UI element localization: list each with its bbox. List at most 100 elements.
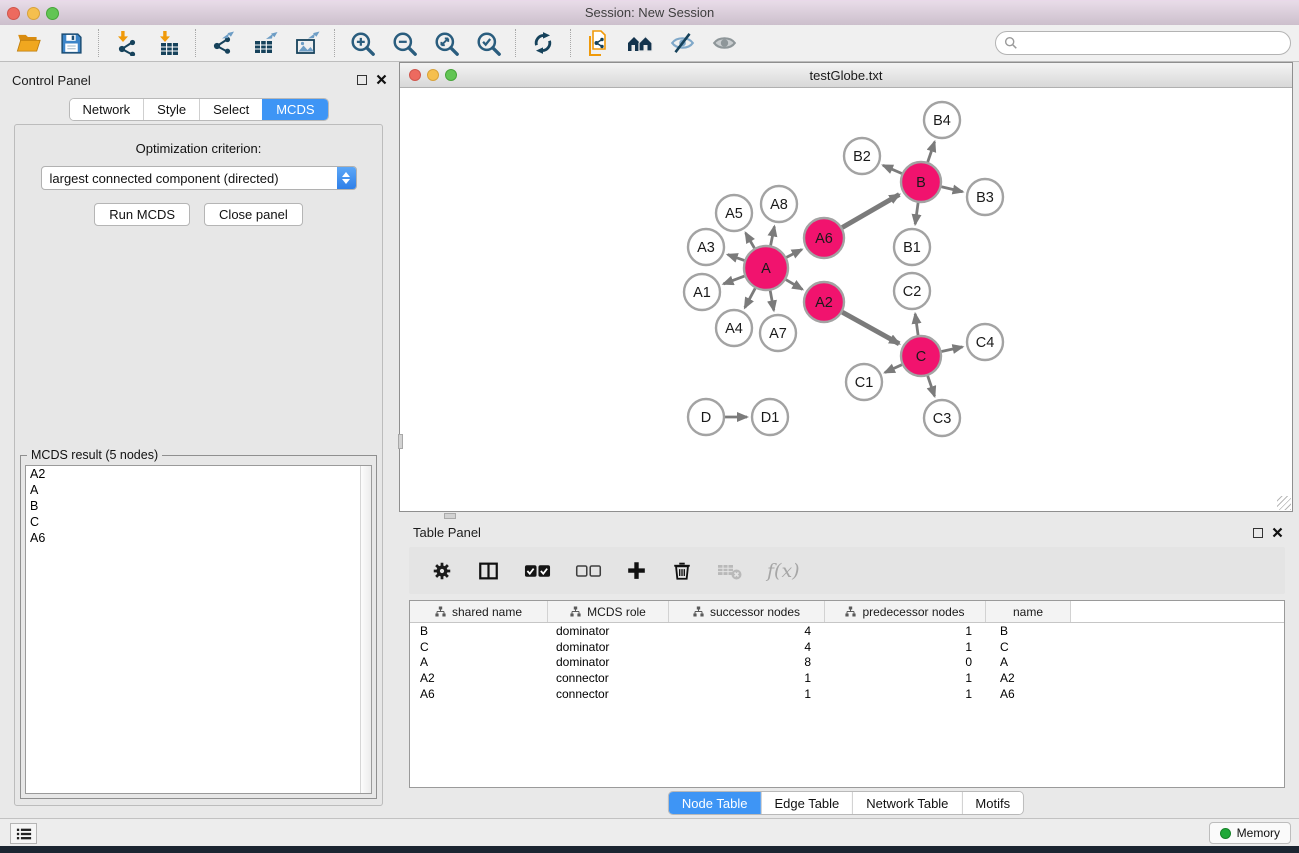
task-history-button[interactable] xyxy=(10,823,37,844)
gear-button[interactable] xyxy=(431,560,453,582)
node-C2[interactable]: C2 xyxy=(894,273,930,309)
show-details-button[interactable] xyxy=(703,27,745,59)
table-row[interactable]: Adominator80A xyxy=(410,655,1284,671)
select-all-button[interactable] xyxy=(524,563,551,579)
tab-motifs[interactable]: Motifs xyxy=(961,792,1023,814)
edge-A-A6[interactable] xyxy=(786,250,801,258)
tab-network-table[interactable]: Network Table xyxy=(852,792,961,814)
node-A[interactable]: A xyxy=(744,246,788,290)
hide-details-button[interactable] xyxy=(661,27,703,59)
node-B1[interactable]: B1 xyxy=(894,229,930,265)
edge-C-C1[interactable] xyxy=(885,365,902,373)
table-row[interactable]: A2connector11A2 xyxy=(410,670,1284,686)
column-header-shared-name[interactable]: shared name xyxy=(410,601,548,622)
run-mcds-button[interactable]: Run MCDS xyxy=(94,203,190,226)
refresh-layout-button[interactable] xyxy=(522,27,564,59)
node-A3[interactable]: A3 xyxy=(688,229,724,265)
float-panel-icon[interactable] xyxy=(357,75,367,85)
result-item[interactable]: A2 xyxy=(26,466,371,482)
table-row[interactable]: Cdominator41C xyxy=(410,639,1284,655)
node-B[interactable]: B xyxy=(901,162,941,202)
edge-A6-B[interactable] xyxy=(842,195,899,228)
duplicate-network-button[interactable] xyxy=(577,27,619,59)
result-item[interactable]: A xyxy=(26,482,371,498)
node-C1[interactable]: C1 xyxy=(846,364,882,400)
node-A7[interactable]: A7 xyxy=(760,315,796,351)
export-network-button[interactable] xyxy=(202,27,244,59)
edge-A-A2[interactable] xyxy=(786,280,803,290)
node-C3[interactable]: C3 xyxy=(924,400,960,436)
tab-node-table[interactable]: Node Table xyxy=(669,792,761,814)
tab-mcds[interactable]: MCDS xyxy=(262,99,327,120)
column-header-predecessor-nodes[interactable]: predecessor nodes xyxy=(825,601,986,622)
edge-C-C3[interactable] xyxy=(928,376,935,396)
export-table-button[interactable] xyxy=(244,27,286,59)
split-table-button[interactable] xyxy=(477,560,500,582)
edge-A2-C[interactable] xyxy=(842,312,899,344)
network-canvas[interactable]: A A1 A2 A3 A4 A5 A6 A7 A8 B B1 B2 B3 B4 C C1 C2 C3 C4 D D1 xyxy=(400,89,1292,511)
table-row[interactable]: A6connector11A6 xyxy=(410,686,1284,702)
tab-edge-table[interactable]: Edge Table xyxy=(760,792,852,814)
resize-grip[interactable] xyxy=(1277,496,1291,510)
edge-A-A1[interactable] xyxy=(724,276,745,284)
edge-B-B2[interactable] xyxy=(883,165,902,173)
zoom-out-button[interactable] xyxy=(383,27,425,59)
import-network-button[interactable] xyxy=(105,27,147,59)
node-A2[interactable]: A2 xyxy=(804,282,844,322)
column-header-name[interactable]: name xyxy=(986,601,1071,622)
column-header-MCDS-role[interactable]: MCDS role xyxy=(548,601,669,622)
zoom-fit-button[interactable] xyxy=(425,27,467,59)
save-session-button[interactable] xyxy=(50,27,92,59)
export-image-button[interactable] xyxy=(286,27,328,59)
node-D[interactable]: D xyxy=(688,399,724,435)
column-header-successor-nodes[interactable]: successor nodes xyxy=(669,601,825,622)
network-overview-button[interactable] xyxy=(619,27,661,59)
result-item[interactable]: C xyxy=(26,514,371,530)
add-column-button[interactable] xyxy=(626,560,647,581)
close-table-panel-icon[interactable] xyxy=(1272,527,1283,538)
node-C4[interactable]: C4 xyxy=(967,324,1003,360)
edge-B-B4[interactable] xyxy=(928,142,935,162)
edge-A-A4[interactable] xyxy=(745,288,755,307)
table-row[interactable]: Bdominator41B xyxy=(410,623,1284,639)
node-C[interactable]: C xyxy=(901,336,941,376)
zoom-in-button[interactable] xyxy=(341,27,383,59)
edge-B-B3[interactable] xyxy=(941,187,962,192)
node-B4[interactable]: B4 xyxy=(924,102,960,138)
tab-network[interactable]: Network xyxy=(69,99,143,120)
splitter-grip[interactable] xyxy=(398,434,403,449)
search-input[interactable] xyxy=(1023,36,1282,50)
result-item[interactable]: B xyxy=(26,498,371,514)
tab-select[interactable]: Select xyxy=(199,99,262,120)
tab-style[interactable]: Style xyxy=(143,99,199,120)
close-panel-icon[interactable] xyxy=(376,74,387,85)
open-session-button[interactable] xyxy=(8,27,50,59)
search-field[interactable] xyxy=(995,31,1291,55)
node-A5[interactable]: A5 xyxy=(716,195,752,231)
node-A6[interactable]: A6 xyxy=(804,218,844,258)
edge-A-A5[interactable] xyxy=(746,233,755,248)
edge-C-C2[interactable] xyxy=(915,314,918,335)
deselect-all-button[interactable] xyxy=(575,563,602,579)
close-panel-button[interactable]: Close panel xyxy=(204,203,303,226)
result-item[interactable]: A6 xyxy=(26,530,371,546)
import-table-button[interactable] xyxy=(147,27,189,59)
edge-A-A7[interactable] xyxy=(770,291,774,311)
edge-C-C4[interactable] xyxy=(942,347,963,352)
float-table-panel-icon[interactable] xyxy=(1253,528,1263,538)
edge-A-A3[interactable] xyxy=(728,255,745,261)
edge-A-A8[interactable] xyxy=(771,227,775,246)
edge-B-B1[interactable] xyxy=(915,203,918,224)
node-A8[interactable]: A8 xyxy=(761,186,797,222)
mcds-result-list[interactable]: A2ABCA6 xyxy=(25,465,372,794)
node-A4[interactable]: A4 xyxy=(716,310,752,346)
memory-button[interactable]: Memory xyxy=(1209,822,1291,844)
node-B2[interactable]: B2 xyxy=(844,138,880,174)
zoom-selected-button[interactable] xyxy=(467,27,509,59)
delete-column-button[interactable] xyxy=(671,559,693,582)
result-scrollbar[interactable] xyxy=(360,466,371,793)
criterion-dropdown[interactable]: largest connected component (directed) xyxy=(41,166,357,190)
node-A1[interactable]: A1 xyxy=(684,274,720,310)
node-B3[interactable]: B3 xyxy=(967,179,1003,215)
node-D1[interactable]: D1 xyxy=(752,399,788,435)
